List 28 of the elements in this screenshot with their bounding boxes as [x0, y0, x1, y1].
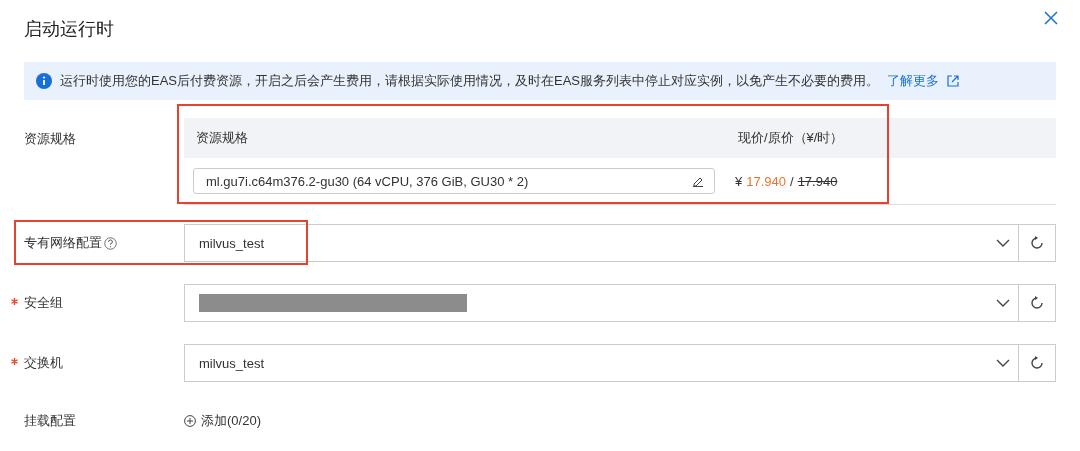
- plus-circle-icon: [184, 415, 196, 427]
- field-label: 挂载配置: [24, 412, 76, 430]
- select-field[interactable]: milvus_test: [184, 344, 1019, 382]
- refresh-icon[interactable]: [1030, 236, 1044, 250]
- edit-icon[interactable]: [692, 175, 704, 187]
- select-field[interactable]: milvus_test: [184, 224, 1019, 262]
- chevron-down-icon[interactable]: [996, 299, 1010, 307]
- learn-more-link[interactable]: 了解更多: [887, 72, 960, 90]
- spec-field[interactable]: ml.gu7i.c64m376.2-gu30 (64 vCPU, 376 GiB, GU30 * 2): [193, 168, 715, 194]
- close-icon[interactable]: [1043, 10, 1059, 26]
- chevron-down-icon[interactable]: [996, 359, 1010, 367]
- price-text: ¥ 17.940 / 17.940: [735, 173, 838, 189]
- select-field[interactable]: [184, 284, 1019, 322]
- field-label: 专有网络配置: [24, 234, 102, 252]
- refresh-icon[interactable]: [1030, 356, 1044, 370]
- field-label: 资源规格: [24, 130, 76, 148]
- column-header: 现价/原价（¥/时）: [738, 129, 845, 147]
- field-label: 交换机: [24, 354, 63, 372]
- help-icon[interactable]: [104, 236, 117, 250]
- notice-text: 运行时使用您的EAS后付费资源，开启之后会产生费用，请根据实际使用情况，及时在EAS服务列表中停止对应实例，以免产生不必要的费用。: [60, 72, 880, 90]
- external-link-icon[interactable]: [947, 75, 960, 87]
- column-header: 资源规格: [195, 129, 249, 147]
- dialog-title: 启动运行时: [24, 18, 114, 41]
- refresh-icon[interactable]: [1030, 296, 1044, 310]
- info-icon: [36, 73, 52, 89]
- add-button[interactable]: 添加(0/20): [184, 412, 261, 430]
- chevron-down-icon[interactable]: [996, 239, 1010, 247]
- field-label: 安全组: [24, 294, 63, 312]
